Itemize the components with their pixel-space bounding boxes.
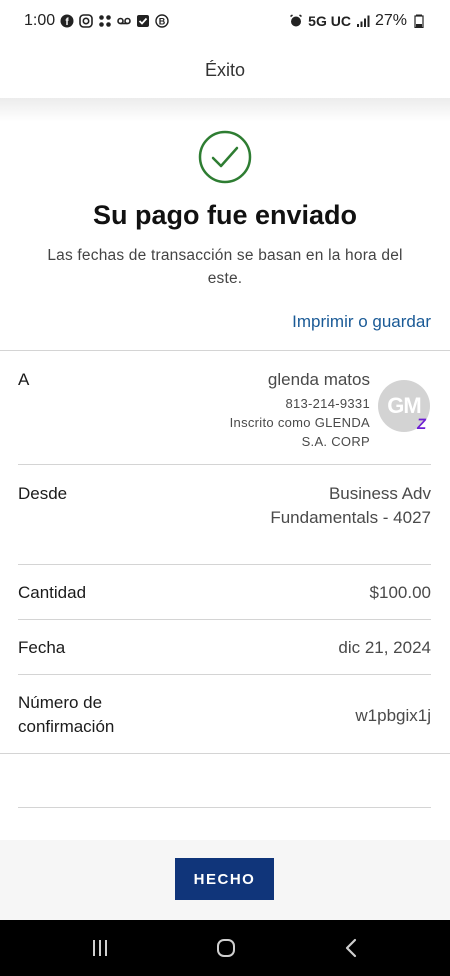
recents-icon	[93, 940, 107, 956]
divider	[0, 753, 450, 754]
recipient-label: A	[18, 370, 30, 389]
divider	[0, 350, 450, 351]
status-left: 1:00 f B	[24, 12, 169, 30]
from-account-line1: Business Adv	[328, 484, 431, 503]
voicemail-icon	[117, 14, 131, 28]
from-account-line2: Fundamentals - 4027	[270, 508, 431, 527]
signal-icon	[356, 14, 370, 28]
zelle-glyph: Z	[416, 415, 428, 433]
confirmation-label: Número de confirmación	[18, 691, 114, 739]
recipient-enrolled-line1: Inscrito como GLENDA	[229, 415, 370, 430]
divider	[18, 674, 431, 675]
navigation-bar	[0, 920, 450, 976]
network-label: 5G UC	[308, 13, 351, 29]
home-button[interactable]	[196, 920, 256, 976]
print-or-save-link[interactable]: Imprimir o guardar	[292, 312, 431, 332]
instagram-icon	[79, 14, 93, 28]
home-icon	[217, 939, 235, 957]
status-bar: 1:00 f B 5G UC 27%	[0, 0, 450, 42]
header-shadow	[0, 98, 450, 122]
date-label: Fecha	[18, 638, 66, 657]
back-icon	[345, 938, 357, 958]
divider	[18, 807, 431, 808]
success-check-icon	[198, 130, 252, 184]
timezone-note: Las fechas de transacción se basan en la…	[47, 247, 403, 287]
status-time: 1:00	[24, 12, 56, 29]
status-right: 5G UC 27%	[289, 12, 426, 30]
confirmation-label-line1: Número de	[18, 693, 103, 712]
from-account: Business Adv Fundamentals - 4027	[270, 482, 431, 530]
date-value: dic 21, 2024	[338, 638, 431, 657]
alarm-icon	[289, 14, 303, 28]
amount-label: Cantidad	[18, 583, 87, 602]
from-label: Desde	[18, 484, 68, 503]
done-button[interactable]: HECHO	[175, 858, 274, 900]
success-title: Su pago fue enviado	[92, 200, 358, 230]
amount-value: $100.00	[369, 583, 431, 602]
recipient-details: glenda matos 813-214-9331 Inscrito como …	[230, 368, 370, 451]
zelle-icon: Z	[414, 415, 430, 433]
confirmation-label-line2: confirmación	[18, 717, 115, 736]
recipient-enrolled-line2: S.A. CORP	[301, 434, 370, 449]
facebook-icon: f	[60, 14, 74, 28]
recipient-phone: 813-214-9331	[285, 396, 370, 411]
battery-icon	[412, 14, 426, 28]
back-button[interactable]	[322, 920, 382, 976]
recents-button[interactable]	[70, 920, 130, 976]
page-header: Éxito	[0, 42, 450, 98]
battery-percent: 27%	[374, 12, 407, 29]
recipient-name: glenda matos	[267, 370, 370, 389]
divider	[18, 464, 431, 465]
svg-text:B: B	[159, 17, 166, 27]
apps-icon	[98, 14, 112, 28]
page-title: Éxito	[204, 59, 246, 80]
divider	[18, 564, 431, 565]
b-badge-icon: B	[155, 14, 169, 28]
confirmation-number: w1pbgix1j	[355, 706, 431, 725]
checkbox-icon	[136, 14, 150, 28]
divider	[18, 619, 431, 620]
